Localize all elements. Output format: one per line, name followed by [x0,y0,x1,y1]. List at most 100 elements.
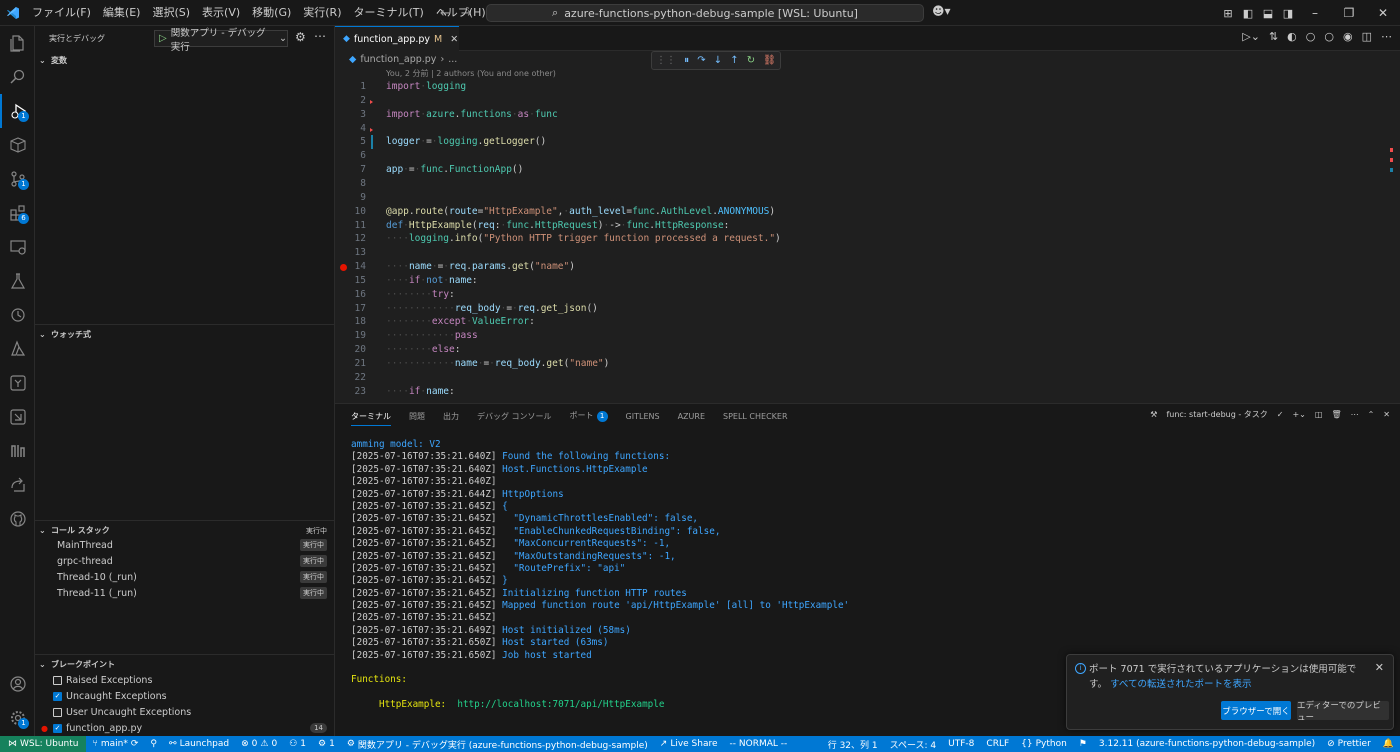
close-notification-icon[interactable]: ✕ [1375,661,1384,674]
step-into-icon[interactable]: ↓ [714,55,722,66]
manage-gear-icon[interactable]: 1 [0,701,35,735]
azure-icon[interactable] [0,332,35,366]
close-tab-icon[interactable]: ✕ [450,34,458,45]
azure-functions-icon[interactable] [0,434,35,468]
python-env-icon[interactable]: ⚑ [1073,739,1093,749]
watch-section-header[interactable]: ⌄ ウォッチ式 [35,324,335,344]
code-line[interactable]: 3 import·azure.functions·as·func [335,108,1385,122]
open-changes-icon[interactable]: ◐ [1287,30,1297,43]
toggle-sidebar-icon[interactable]: ◧ [1238,7,1258,20]
open-launch-json-gear-icon[interactable]: ⚙ [295,30,306,44]
previous-change-icon[interactable]: ○ [1306,30,1316,43]
explorer-icon[interactable] [0,26,35,60]
new-terminal-icon[interactable]: +⌄ [1292,410,1305,419]
search-icon[interactable] [0,60,35,94]
prettier-item[interactable]: ⊘ Prettier [1321,739,1377,749]
thread-row[interactable]: Thread-11 (_run) 実行中 [35,585,335,601]
code-line[interactable]: 9 [335,191,1385,205]
checkbox-checked[interactable]: ✓ [53,723,62,733]
split-editor-icon[interactable]: ◫ [1362,30,1372,43]
toggle-blame-icon[interactable]: ◉ [1343,30,1353,43]
run-and-debug-icon[interactable]: 1 [0,94,35,128]
forward-arrow-icon[interactable]: → [461,6,472,21]
close-panel-icon[interactable]: ✕ [1383,410,1390,419]
accounts-icon[interactable] [0,667,35,701]
debug-config-item[interactable]: ⚙ 関数アプリ - デバッグ実行 (azure-functions-python-… [341,738,654,751]
compare-icon[interactable]: ⇅ [1269,30,1278,43]
menu-file[interactable]: ファイル(F) [26,0,97,26]
code-line[interactable]: 4 [335,122,1385,136]
problems-item[interactable]: ⊗ 0 ⚠ 0 [235,739,283,749]
code-line[interactable]: 5 logger·=·logging.getLogger() [335,135,1385,150]
thread-row[interactable]: grpc-thread 実行中 [35,553,335,569]
more-actions-icon[interactable]: ⋯ [314,29,326,43]
tab-azure[interactable]: AZURE [678,412,705,421]
code-line[interactable]: 6 [335,149,1385,163]
breakpoint-row[interactable]: User Uncaught Exceptions [35,704,335,720]
checkbox[interactable] [53,675,62,685]
code-line[interactable]: 14 ····name·=·req.params.get("name") [335,260,1385,274]
branch-item[interactable]: ⑂ main* ⟳ [86,739,144,749]
breakpoints-section-header[interactable]: ⌄ ブレークポイント [35,654,335,674]
toggle-secondary-sidebar-icon[interactable]: ◨ [1278,7,1298,20]
back-arrow-icon[interactable]: ← [440,6,451,21]
maximize-panel-icon[interactable]: ⌃ [1368,410,1375,419]
drag-handle-icon[interactable]: ⋮⋮ [656,55,676,66]
code-line[interactable]: 13 [335,246,1385,260]
modified-lines-marker[interactable] [371,135,373,150]
encoding[interactable]: UTF-8 [942,739,980,749]
code-line[interactable]: 8 [335,177,1385,191]
thread-row[interactable]: MainThread 実行中 [35,537,335,553]
package-icon[interactable] [0,128,35,162]
end-of-line[interactable]: CRLF [980,739,1015,749]
disconnect-icon[interactable]: ⛓ [763,55,776,66]
step-out-icon[interactable]: ↑ [730,55,738,66]
menu-view[interactable]: 表示(V) [196,0,246,26]
menu-edit[interactable]: 編集(E) [97,0,147,26]
code-editor[interactable]: 1 import·logging 2 3 import·azure.functions·… [335,78,1400,402]
code-line[interactable]: 18 ········except·ValueError: [335,315,1385,329]
github-icon[interactable] [0,502,35,536]
gitlens-graph-icon[interactable]: ⚲ [144,739,163,749]
menu-selection[interactable]: 選択(S) [146,0,196,26]
code-line[interactable]: 16 ········try: [335,288,1385,302]
notifications-bell-icon[interactable]: 🔔 [1377,739,1400,749]
show-forwarded-ports-link[interactable]: すべての転送されたポートを表示 [1110,679,1251,690]
code-line[interactable]: 7 app·=·func.FunctionApp() [335,163,1385,177]
remote-explorer-icon[interactable] [0,230,35,264]
code-line[interactable]: 12 ····logging.info("Python HTTP trigger … [335,232,1385,246]
debug-config-select[interactable]: ▷ 関数アプリ - デバッグ実行 ⌄ [154,28,288,53]
code-line[interactable]: 22 [335,371,1385,385]
tab-terminal[interactable]: ターミナル [351,411,391,426]
gitlens-inspect-icon[interactable] [0,400,35,434]
terminal-task-label[interactable]: func: start-debug - タスク [1166,409,1267,420]
code-line[interactable]: 21 ············name·=·req_body.get("name"… [335,357,1385,371]
toggle-panel-icon[interactable]: ⬓ [1258,7,1278,20]
start-debug-icon[interactable]: ▷ [159,33,167,44]
code-line[interactable]: 2 [335,94,1385,108]
ports-item[interactable]: ⚇ 1 [283,739,312,749]
code-line[interactable]: 17 ············req_body·=·req.get_json() [335,302,1385,316]
testing-icon[interactable] [0,264,35,298]
tab-debug-console[interactable]: デバッグ コンソール [477,411,552,422]
customize-layout-icon[interactable]: ⊞ [1218,7,1238,20]
more-actions-icon[interactable]: ⋯ [1351,410,1359,419]
indentation[interactable]: スペース: 4 [884,738,943,751]
more-actions-icon[interactable]: ⋯ [1381,30,1392,43]
code-line[interactable]: 1 import·logging [335,80,1385,94]
preview-in-editor-button[interactable]: エディターでのプレビュー [1297,701,1389,723]
tab-gitlens[interactable]: GITLENS [626,412,660,421]
close-window-icon[interactable]: ✕ [1366,6,1400,20]
tab-spell-checker[interactable]: SPELL CHECKER [723,412,788,421]
copilot-icon[interactable]: ☻▾ [932,4,951,18]
code-line[interactable]: 20 ········else: [335,343,1385,357]
code-line[interactable]: 15 ····if·not·name: [335,274,1385,288]
breakpoint-row[interactable]: ✓ Uncaught Exceptions [35,688,335,704]
remote-indicator[interactable]: ⋈ WSL: Ubuntu [0,736,87,752]
live-share-icon[interactable] [0,468,35,502]
code-line[interactable]: 10 @app.route(route="HttpExample",·auth_l… [335,205,1385,219]
python-interpreter[interactable]: 3.12.11 (azure-functions-python-debug-sa… [1093,739,1321,749]
menu-run[interactable]: 実行(R) [297,0,347,26]
tab-problems[interactable]: 問題 [409,411,425,422]
run-python-file-icon[interactable]: ▷⌄ [1242,30,1260,43]
